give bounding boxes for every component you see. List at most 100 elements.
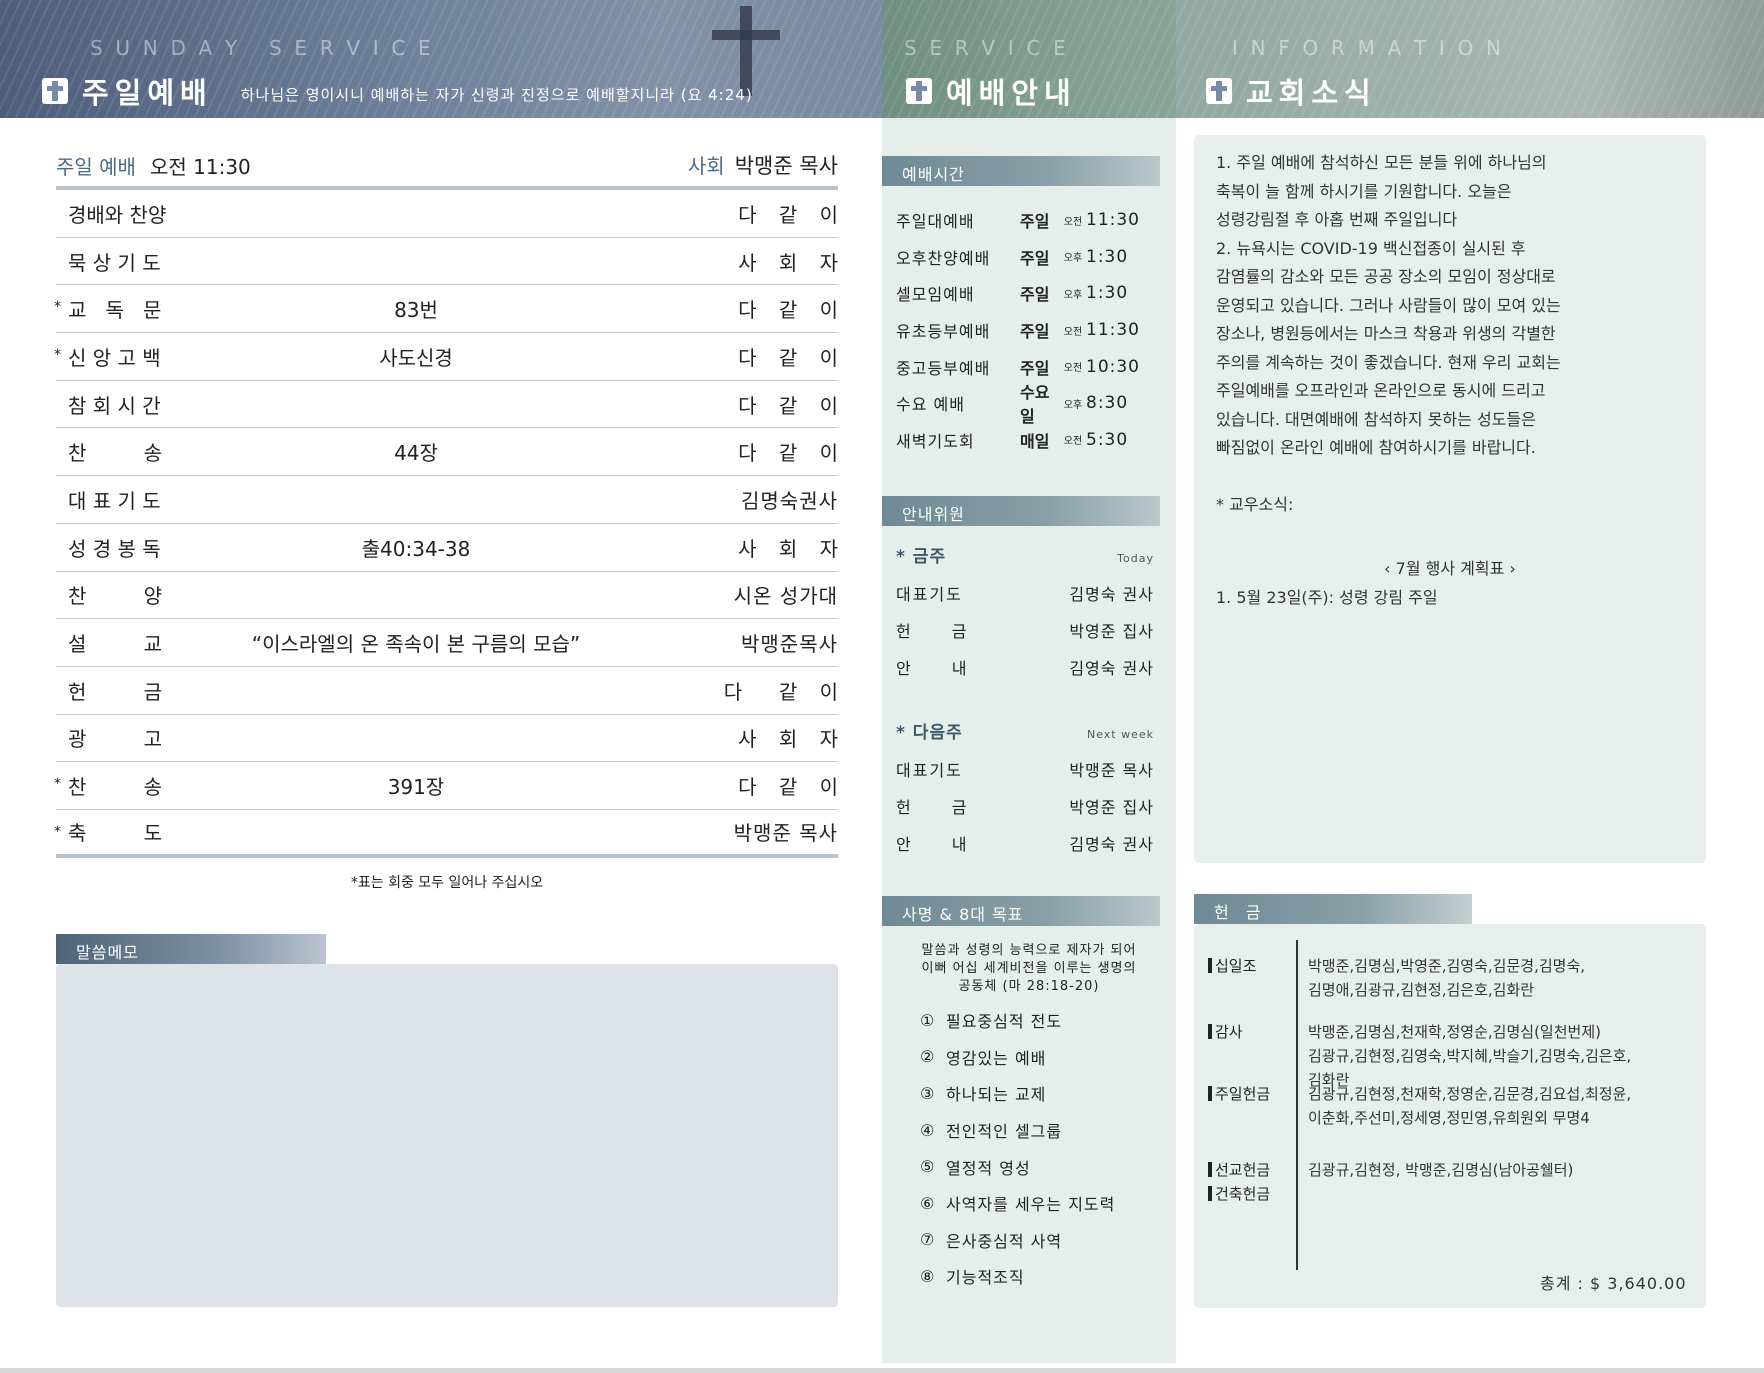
header-service-info: S E R V I C E 예배안내: [882, 0, 1176, 118]
offering-row: 십일조 박맹준,김명심,박영준,김영숙,김문경,김명숙, 김명애,김광규,김현정,…: [1208, 954, 1688, 1002]
goal-number: ⑤: [920, 1157, 936, 1177]
times-label: 예배시간: [882, 156, 1160, 186]
mission-label: 사명 & 8대 목표: [882, 896, 1160, 926]
order-row: 광 고사 회 자: [56, 715, 838, 763]
service-hour: 10:30: [1086, 356, 1140, 377]
ushers-this-week: * 금주 Today 대표기도 김명숙 권사 헌 금 박영준 집사 안 내 김영숙 권사: [896, 542, 1154, 685]
service-day: 주일: [1020, 212, 1050, 232]
goal-item: ③ 하나되는 교제: [920, 1075, 1160, 1112]
order-person: 다 같 이: [738, 345, 846, 370]
service-name: 주일대예배: [896, 212, 975, 232]
service-summary: 주일 예배 오전 11:30 사회 박맹준 목사: [56, 150, 838, 190]
service-ampm: 오전: [1063, 216, 1083, 228]
next-week-sub: Next week: [1086, 728, 1154, 741]
order-person: 김명숙권사: [741, 488, 838, 513]
goal-text: 필요중심적 전도: [946, 1012, 1063, 1032]
order-detail: 83번: [394, 298, 438, 323]
service-day: 수요일: [1020, 383, 1050, 427]
service-name: 수요 예배: [896, 395, 965, 415]
order-item: 성 경 봉 독: [68, 536, 161, 561]
order-person: 시온 성가대: [733, 584, 838, 609]
monthly-plan-nav[interactable]: ‹ 7월 행사 계획표 ›: [1216, 555, 1684, 584]
section-title-guide: 예배안내: [946, 76, 1077, 110]
service-name: 중고등부예배: [896, 358, 991, 378]
standing-mark: *: [54, 347, 61, 364]
offering-category-label: 선교헌금: [1208, 1158, 1308, 1182]
next-week-title: * 다음주: [896, 723, 963, 743]
order-row: 헌 금다 같 이: [56, 667, 838, 715]
service-time-row: 수요 예배 수요일 오후 8:30: [896, 383, 1156, 426]
usher-name: 김명숙 권사: [1069, 834, 1154, 854]
order-item: 찬 송: [68, 775, 163, 800]
goal-text: 은사중심적 사역: [946, 1231, 1063, 1251]
usher-role: 대표기도: [896, 584, 963, 604]
header-verse: 하나님은 영이시니 예배하는 자가 신령과 진정으로 예배할지니라 (요 4:2…: [240, 85, 753, 104]
offering-category-label: 건축헌금: [1208, 1182, 1308, 1206]
goal-text: 하나되는 교제: [946, 1085, 1047, 1105]
service-time-row: 주일대예배 주일 오전 11:30: [896, 202, 1156, 239]
usher-name: 박맹준 목사: [1069, 760, 1154, 780]
goal-number: ⑦: [920, 1230, 936, 1250]
news-item-1: 1. 주일 예배에 참석하신 모든 분들 위에 하나님의 축복이 늘 함께 하시…: [1216, 153, 1547, 229]
usher-row: 대표기도 김명숙 권사: [896, 574, 1154, 611]
order-item: 참 회 시 간: [68, 393, 161, 418]
service-hour: 1:30: [1086, 283, 1129, 304]
service-hour: 11:30: [1086, 320, 1140, 341]
order-person: 다 같 이: [738, 775, 846, 800]
goal-item: ② 영감있는 예배: [920, 1039, 1160, 1076]
usher-row: 안 내 김영숙 권사: [896, 648, 1154, 685]
offering-total: 총계 : $ 3,640.00: [1540, 1274, 1687, 1293]
offering-category: 선교헌금 건축헌금: [1208, 1158, 1308, 1206]
order-item: 설 교: [68, 632, 163, 657]
usher-name: 김영숙 권사: [1069, 658, 1154, 678]
offering-label: 헌 금: [1194, 894, 1472, 924]
order-row: 대 표 기 도 김명숙권사: [56, 476, 838, 524]
mission-text: 말씀과 성령의 능력으로 제자가 되어 이뻐 어십 세계비전을 이루는 생명의 …: [921, 943, 1137, 994]
order-item: 찬 양: [68, 584, 163, 609]
goal-text: 열정적 영성: [946, 1158, 1031, 1178]
order-item: 신 앙 고 백: [68, 345, 161, 370]
order-item: 교 독 문: [68, 298, 162, 323]
goal-item: ⑤ 열정적 영성: [920, 1148, 1160, 1185]
sermon-memo-box[interactable]: [56, 964, 838, 1307]
service-name: 유초등부예배: [896, 322, 991, 342]
goal-number: ②: [920, 1047, 936, 1067]
standing-mark: *: [54, 299, 61, 316]
standing-mark: *: [54, 776, 61, 793]
order-row: 찬 양 시온 성가대: [56, 572, 838, 620]
goal-number: ④: [920, 1120, 936, 1140]
usher-role: 대표기도: [896, 760, 963, 780]
order-item: 찬 송: [68, 441, 163, 466]
goal-number: ①: [920, 1010, 936, 1030]
service-day: 주일: [1020, 248, 1050, 268]
standing-mark: *: [54, 823, 61, 840]
order-detail: 44장: [394, 441, 438, 466]
offering-category: 십일조: [1208, 954, 1308, 1002]
order-row: 참 회 시 간다 같 이: [56, 381, 838, 429]
service-label: 주일 예배: [56, 155, 136, 179]
usher-row: 헌 금 박영준 집사: [896, 787, 1154, 824]
usher-name: 박영준 집사: [1069, 797, 1154, 817]
service-hour: 5:30: [1086, 429, 1129, 450]
order-item: 헌 금: [68, 679, 163, 704]
mission-statement: 말씀과 성령의 능력으로 제자가 되어 이뻐 어십 세계비전을 이루는 생명의 …: [902, 942, 1156, 996]
plan-item: 1. 5월 23일(주): 성령 강림 주일: [1216, 587, 1438, 607]
section-title-sunday: 주일예배: [82, 76, 213, 110]
service-day: 주일: [1020, 358, 1050, 378]
service-name: 새벽기도회: [896, 431, 975, 451]
order-row: * 축 도 박맹준 목사: [54, 810, 838, 858]
usher-name: 김명숙 권사: [1069, 584, 1154, 604]
usher-row: 헌 금 박영준 집사: [896, 611, 1154, 648]
service-guide-panel: 예배시간 주일대예배 주일 오전 11:30 오후찬양예배 주일 오후 1:30 셀모임예배 주일…: [882, 118, 1176, 1363]
offering-category-label: 감사: [1208, 1020, 1308, 1044]
goal-number: ⑧: [920, 1266, 936, 1286]
service-day: 매일: [1020, 431, 1050, 451]
service-day: 주일: [1020, 322, 1050, 342]
service-hour: 1:30: [1086, 246, 1129, 267]
order-list: 경배와 찬양 다 같 이묵 상 기 도사 회 자 * 교 독 문 83번 다 같 이 * 신 …: [54, 190, 838, 858]
order-row: * 신 앙 고 백 사도신경 다 같 이: [54, 333, 838, 381]
memo-label: 말씀메모: [56, 934, 326, 964]
service-ampm: 오전: [1063, 363, 1083, 375]
goal-item: ① 필요중심적 전도: [920, 1002, 1160, 1039]
service-time: 오전 11:30: [149, 155, 251, 179]
